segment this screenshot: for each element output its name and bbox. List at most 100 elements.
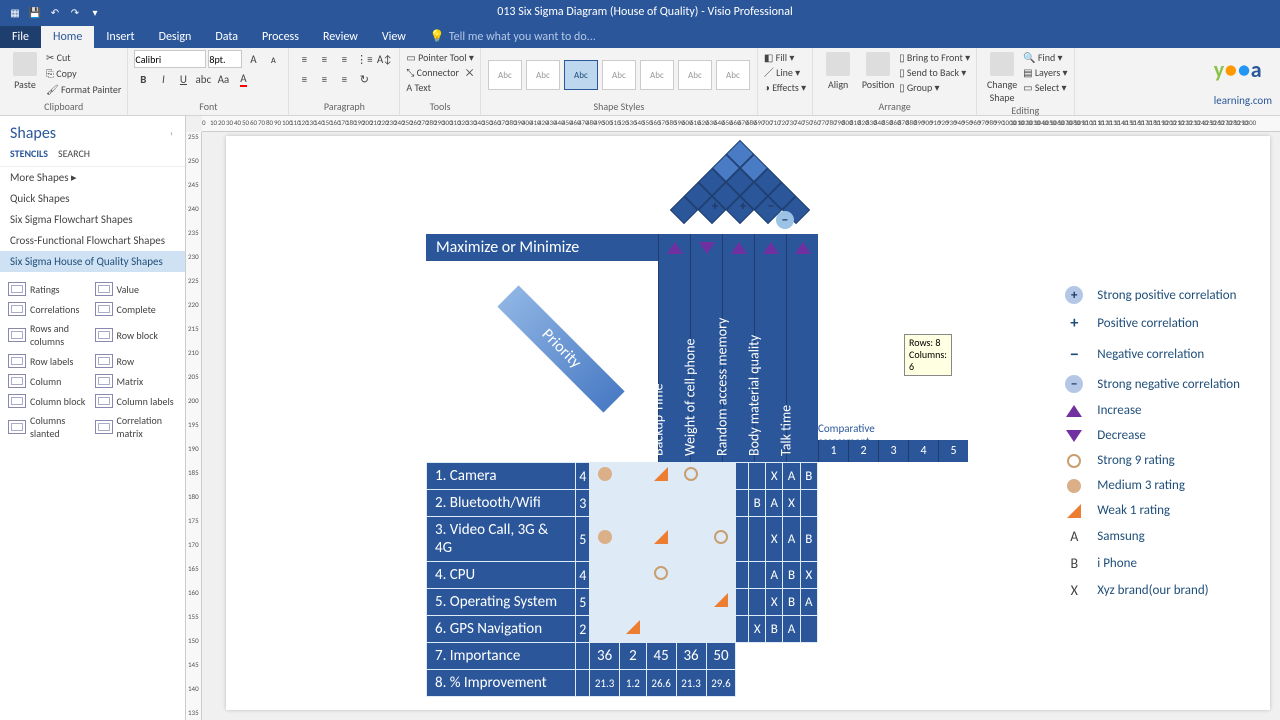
- stencil-shape[interactable]: Row block: [95, 320, 178, 350]
- indent-icon[interactable]: A↕: [375, 50, 393, 68]
- size-tooltip: Rows: 8Columns: 6: [904, 334, 952, 376]
- find-button[interactable]: 🔍 Find ▾: [1023, 50, 1067, 65]
- format-painter-button[interactable]: 🖌 Format Painter: [46, 82, 121, 98]
- tab-process[interactable]: Process: [250, 26, 311, 48]
- shape-style-5[interactable]: Abc: [678, 60, 712, 90]
- qat-dropdown-icon[interactable]: ▾: [88, 5, 102, 19]
- legend-item: Weak 1 rating: [1063, 503, 1240, 518]
- stencil-shape[interactable]: Complete: [95, 300, 178, 318]
- legend-item: +Strong positive correlation: [1063, 286, 1240, 304]
- stencil-link[interactable]: Six Sigma House of Quality Shapes: [0, 251, 185, 272]
- quick-access: ▦ 💾 ↶ ↷ ▾: [0, 5, 110, 19]
- shape-style-1[interactable]: Abc: [526, 60, 560, 90]
- stencil-shape[interactable]: Ratings: [8, 280, 91, 298]
- stencil-shape[interactable]: Rows and columns: [8, 320, 91, 350]
- drawing-page[interactable]: ++−− Maximize or Minimize Priority Backu…: [226, 136, 1270, 710]
- legend-item: Decrease: [1063, 428, 1240, 443]
- shape-style-3[interactable]: Abc: [602, 60, 636, 90]
- font-color-icon[interactable]: A: [234, 70, 252, 88]
- group-button[interactable]: ▯ Group ▾: [899, 80, 970, 95]
- canvas[interactable]: 0102030405060708090100110120130140150160…: [186, 116, 1280, 720]
- bullets-icon[interactable]: ⋮≡: [355, 50, 373, 68]
- pointer-tool-button[interactable]: ▭ Pointer Tool ▾: [406, 50, 474, 65]
- rotate-icon[interactable]: ↻: [355, 70, 373, 88]
- stencil-shape[interactable]: Column labels: [95, 392, 178, 410]
- tab-data[interactable]: Data: [203, 26, 250, 48]
- tab-home[interactable]: Home: [41, 26, 94, 48]
- hoq-table: 1. Camera4XAB2. Bluetooth/Wifi3BAX3. Vid…: [426, 462, 818, 697]
- stencil-shape[interactable]: Correlation matrix: [95, 412, 178, 442]
- legend-item: +Positive correlation: [1063, 314, 1240, 333]
- send-back-button[interactable]: ▯ Send to Back ▾: [899, 65, 970, 80]
- grow-font-icon[interactable]: A: [244, 50, 262, 68]
- bold-button[interactable]: B: [134, 70, 152, 88]
- select-button[interactable]: ▭ Select ▾: [1023, 80, 1067, 95]
- shape-style-4[interactable]: Abc: [640, 60, 674, 90]
- legend-item: Bi Phone: [1063, 555, 1240, 572]
- legend-item: Medium 3 rating: [1063, 478, 1240, 493]
- change-shape-button[interactable]: Change Shape: [983, 50, 1021, 104]
- cut-button[interactable]: ✂ Cut: [46, 50, 121, 66]
- bulb-icon: 💡: [430, 29, 445, 44]
- shrink-font-icon[interactable]: ᴀ: [264, 50, 282, 68]
- stencil-shape[interactable]: Correlations: [8, 300, 91, 318]
- line-button[interactable]: ／ Line ▾: [764, 65, 806, 80]
- title-bar: ▦ 💾 ↶ ↷ ▾ 013 Six Sigma Diagram (House o…: [0, 0, 1280, 24]
- effects-button[interactable]: ◑ Effects ▾: [764, 80, 806, 95]
- shape-style-0[interactable]: Abc: [488, 60, 522, 90]
- paste-button[interactable]: Paste: [6, 50, 44, 91]
- roof-matrix: ++−−: [658, 144, 818, 244]
- strike-button[interactable]: abc: [194, 70, 212, 88]
- align-right-icon[interactable]: ≡: [335, 70, 353, 88]
- legend: +Strong positive correlation +Positive co…: [1063, 286, 1240, 609]
- stencil-shape[interactable]: Column block: [8, 392, 91, 410]
- shape-style-6[interactable]: Abc: [716, 60, 750, 90]
- fill-button[interactable]: ◧ Fill ▾: [764, 50, 806, 65]
- text-a-icon[interactable]: Aa: [214, 70, 232, 88]
- align-top-icon[interactable]: ≡: [295, 50, 313, 68]
- shape-styles-gallery[interactable]: AbcAbcAbcAbcAbcAbcAbc: [487, 50, 751, 100]
- align-mid-icon[interactable]: ≡: [315, 50, 333, 68]
- stencil-shape[interactable]: Column: [8, 372, 91, 390]
- shape-style-2[interactable]: Abc: [564, 60, 598, 90]
- stencil-shape[interactable]: Columns slanted: [8, 412, 91, 442]
- stencil-shape[interactable]: Value: [95, 280, 178, 298]
- stencil-link[interactable]: Cross-Functional Flowchart Shapes: [0, 230, 185, 251]
- align-bot-icon[interactable]: ≡: [335, 50, 353, 68]
- underline-button[interactable]: U: [174, 70, 192, 88]
- save-icon[interactable]: 💾: [28, 5, 42, 19]
- ribbon-tabs: File Home Insert Design Data Process Rev…: [0, 24, 1280, 48]
- tab-file[interactable]: File: [0, 26, 41, 48]
- connector-button[interactable]: ⤡ Connector ✕: [406, 65, 474, 80]
- undo-icon[interactable]: ↶: [48, 5, 62, 19]
- align-center-icon[interactable]: ≡: [315, 70, 333, 88]
- position-button[interactable]: Position: [859, 50, 897, 91]
- stencil-link[interactable]: Six Sigma Flowchart Shapes: [0, 209, 185, 230]
- tab-view[interactable]: View: [370, 26, 418, 48]
- bring-front-button[interactable]: ▯ Bring to Front ▾: [899, 50, 970, 65]
- align-left-icon[interactable]: ≡: [295, 70, 313, 88]
- stencil-link[interactable]: More Shapes ▸: [0, 167, 185, 188]
- redo-icon[interactable]: ↷: [68, 5, 82, 19]
- collapse-icon[interactable]: ‹: [170, 128, 173, 139]
- copy-button[interactable]: ⎘ Copy: [46, 66, 121, 82]
- house-of-quality[interactable]: ++−− Maximize or Minimize Priority Backu…: [426, 144, 818, 244]
- stencil-shape[interactable]: Row: [95, 352, 178, 370]
- tab-insert[interactable]: Insert: [94, 26, 146, 48]
- tab-review[interactable]: Review: [311, 26, 370, 48]
- stencil-shape[interactable]: Row labels: [8, 352, 91, 370]
- align-button[interactable]: Align: [819, 50, 857, 91]
- layers-button[interactable]: ▤ Layers ▾: [1023, 65, 1067, 80]
- stencil-link[interactable]: Quick Shapes: [0, 188, 185, 209]
- shapes-panel: Shapes ‹ STENCILS SEARCH More Shapes ▸Qu…: [0, 116, 186, 720]
- text-tool-button[interactable]: A Text: [406, 80, 474, 95]
- font-size[interactable]: [208, 50, 242, 68]
- stencil-shape[interactable]: Matrix: [95, 372, 178, 390]
- font-name[interactable]: [134, 50, 206, 68]
- italic-button[interactable]: I: [154, 70, 172, 88]
- stencils-tab[interactable]: STENCILS: [10, 147, 48, 160]
- visio-icon: ▦: [8, 5, 22, 19]
- tab-design[interactable]: Design: [147, 26, 204, 48]
- search-tab[interactable]: SEARCH: [58, 147, 90, 160]
- tell-me[interactable]: 💡Tell me what you want to do...: [418, 25, 608, 48]
